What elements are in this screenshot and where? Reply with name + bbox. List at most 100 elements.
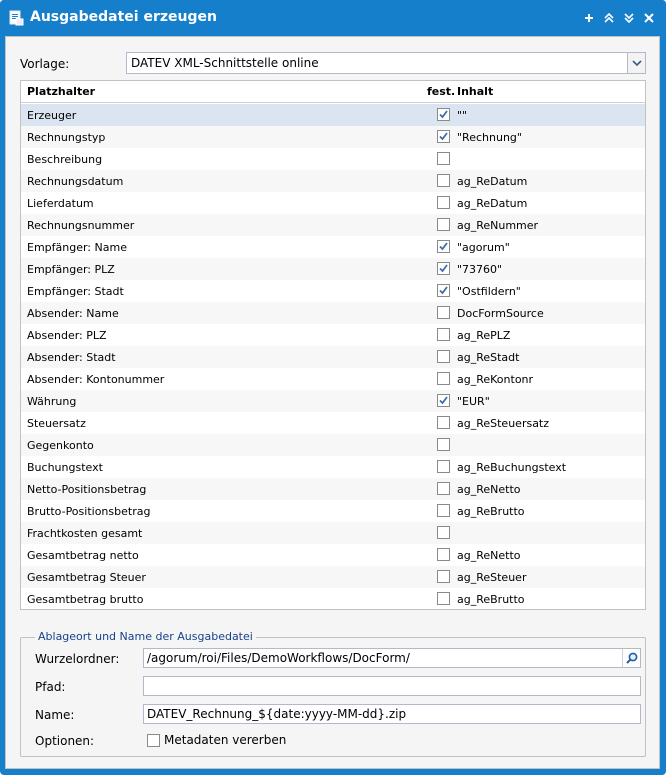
placeholder-name: Gesamtbetrag netto [27, 549, 139, 562]
content-value[interactable]: ag_ReBuchungstext [457, 461, 566, 474]
content-value[interactable]: ag_ReKontonr [457, 373, 533, 386]
content-value[interactable]: "Ostfildern" [457, 285, 521, 298]
fixed-checkbox[interactable] [437, 460, 450, 473]
content-value[interactable]: ag_ReNummer [457, 219, 538, 232]
content-value[interactable]: ag_ReNetto [457, 549, 521, 562]
table-row[interactable]: Gesamtbetrag brutto ag_ReBrutto [21, 588, 645, 610]
path-label: Pfad: [35, 680, 66, 694]
placeholder-name: Rechnungsdatum [27, 175, 124, 188]
fixed-checkbox[interactable] [437, 284, 450, 297]
table-row[interactable]: Frachtkosten gesamt [21, 522, 645, 544]
placeholder-name: Absender: PLZ [27, 329, 107, 342]
content-value[interactable]: ag_ReNetto [457, 483, 521, 496]
fixed-checkbox[interactable] [437, 394, 450, 407]
content-value[interactable]: "" [457, 109, 467, 122]
placeholder-name: Empfänger: Stadt [27, 285, 124, 298]
template-label: Vorlage: [20, 57, 70, 71]
content-value[interactable]: "agorum" [457, 241, 510, 254]
placeholder-name: Gegenkonto [27, 439, 94, 452]
column-header-content[interactable]: Inhalt [457, 85, 493, 98]
fixed-checkbox[interactable] [437, 174, 450, 187]
content-value[interactable]: "Rechnung" [457, 131, 522, 144]
fixed-checkbox[interactable] [437, 526, 450, 539]
table-row[interactable]: Absender: Name DocFormSource [21, 302, 645, 324]
content-value[interactable]: ag_ReBrutto [457, 593, 525, 606]
fixed-checkbox[interactable] [437, 372, 450, 385]
table-row[interactable]: Steuersatz ag_ReSteuersatz [21, 412, 645, 434]
table-row[interactable]: Absender: Kontonummer ag_ReKontonr [21, 368, 645, 390]
template-combo[interactable]: DATEV XML-Schnittstelle online [126, 52, 646, 74]
window-tools [582, 11, 656, 25]
title-bar[interactable]: Ausgabedatei erzeugen [0, 0, 666, 36]
document-export-icon [8, 10, 24, 26]
table-row[interactable]: Gesamtbetrag Steuer ag_ReSteuer [21, 566, 645, 588]
table-row[interactable]: Rechnungsdatum ag_ReDatum [21, 170, 645, 192]
column-header-fixed[interactable]: fest. [427, 85, 455, 98]
fixed-checkbox[interactable] [437, 482, 450, 495]
search-icon[interactable] [622, 649, 640, 667]
content-value[interactable]: ag_ReBrutto [457, 505, 525, 518]
placeholder-grid: Platzhalter fest. Inhalt Erzeuger "" Rechn… [20, 80, 646, 610]
chevron-down-icon[interactable] [627, 53, 645, 73]
output-legend: Ablageort und Name der Ausgabedatei [35, 630, 256, 643]
table-row[interactable]: Rechnungsnummer ag_ReNummer [21, 214, 645, 236]
content-value[interactable]: ag_ReStadt [457, 351, 519, 364]
content-value[interactable]: ag_ReDatum [457, 175, 527, 188]
content-value[interactable]: ag_ReSteuersatz [457, 417, 549, 430]
table-row[interactable]: Absender: Stadt ag_ReStadt [21, 346, 645, 368]
fixed-checkbox[interactable] [437, 306, 450, 319]
table-row[interactable]: Gesamtbetrag netto ag_ReNetto [21, 544, 645, 566]
table-row[interactable]: Empfänger: Name "agorum" [21, 236, 645, 258]
root-folder-input[interactable]: /agorum/roi/Files/DemoWorkflows/DocForm/ [143, 648, 641, 668]
fixed-checkbox[interactable] [437, 350, 450, 363]
content-value[interactable]: ag_ReDatum [457, 197, 527, 210]
placeholder-name: Beschreibung [27, 153, 103, 166]
placeholder-name: Empfänger: Name [27, 241, 127, 254]
fixed-checkbox[interactable] [437, 570, 450, 583]
table-row[interactable]: Absender: PLZ ag_RePLZ [21, 324, 645, 346]
fixed-checkbox[interactable] [437, 240, 450, 253]
table-row[interactable]: Rechnungstyp "Rechnung" [21, 126, 645, 148]
table-row[interactable]: Buchungstext ag_ReBuchungstext [21, 456, 645, 478]
content-value[interactable]: DocFormSource [457, 307, 544, 320]
fixed-checkbox[interactable] [437, 108, 450, 121]
file-name-label: Name: [35, 708, 75, 722]
content-value[interactable]: "EUR" [457, 395, 490, 408]
table-row[interactable]: Empfänger: Stadt "Ostfildern" [21, 280, 645, 302]
content-value[interactable]: ag_RePLZ [457, 329, 510, 342]
fixed-checkbox[interactable] [437, 548, 450, 561]
fixed-checkbox[interactable] [437, 504, 450, 517]
column-header-placeholder[interactable]: Platzhalter [27, 85, 95, 98]
fixed-checkbox[interactable] [437, 438, 450, 451]
content-value[interactable]: ag_ReSteuer [457, 571, 526, 584]
fixed-checkbox[interactable] [437, 416, 450, 429]
fixed-checkbox[interactable] [437, 196, 450, 209]
table-row[interactable]: Währung "EUR" [21, 390, 645, 412]
content-value[interactable]: "73760" [457, 263, 502, 276]
placeholder-name: Währung [27, 395, 77, 408]
placeholder-name: Absender: Stadt [27, 351, 116, 364]
window-title: Ausgabedatei erzeugen [30, 9, 217, 25]
fixed-checkbox[interactable] [437, 262, 450, 275]
table-row[interactable]: Empfänger: PLZ "73760" [21, 258, 645, 280]
placeholder-name: Steuersatz [27, 417, 86, 430]
placeholder-name: Erzeuger [27, 109, 77, 122]
close-icon[interactable] [642, 11, 656, 25]
file-name-input[interactable]: DATEV_Rechnung_${date:yyyy-MM-dd}.zip [143, 704, 641, 724]
table-row[interactable]: Netto-Positionsbetrag ag_ReNetto [21, 478, 645, 500]
table-row[interactable]: Beschreibung [21, 148, 645, 170]
inherit-metadata-checkbox[interactable] [147, 734, 160, 747]
path-input[interactable] [143, 676, 641, 696]
table-row[interactable]: Erzeuger "" [21, 104, 645, 126]
table-row[interactable]: Lieferdatum ag_ReDatum [21, 192, 645, 214]
collapse-up-icon[interactable] [602, 11, 616, 25]
fixed-checkbox[interactable] [437, 152, 450, 165]
fixed-checkbox[interactable] [437, 218, 450, 231]
plus-icon[interactable] [582, 11, 596, 25]
fixed-checkbox[interactable] [437, 130, 450, 143]
fixed-checkbox[interactable] [437, 592, 450, 605]
fixed-checkbox[interactable] [437, 328, 450, 341]
table-row[interactable]: Gegenkonto [21, 434, 645, 456]
expand-down-icon[interactable] [622, 11, 636, 25]
table-row[interactable]: Brutto-Positionsbetrag ag_ReBrutto [21, 500, 645, 522]
